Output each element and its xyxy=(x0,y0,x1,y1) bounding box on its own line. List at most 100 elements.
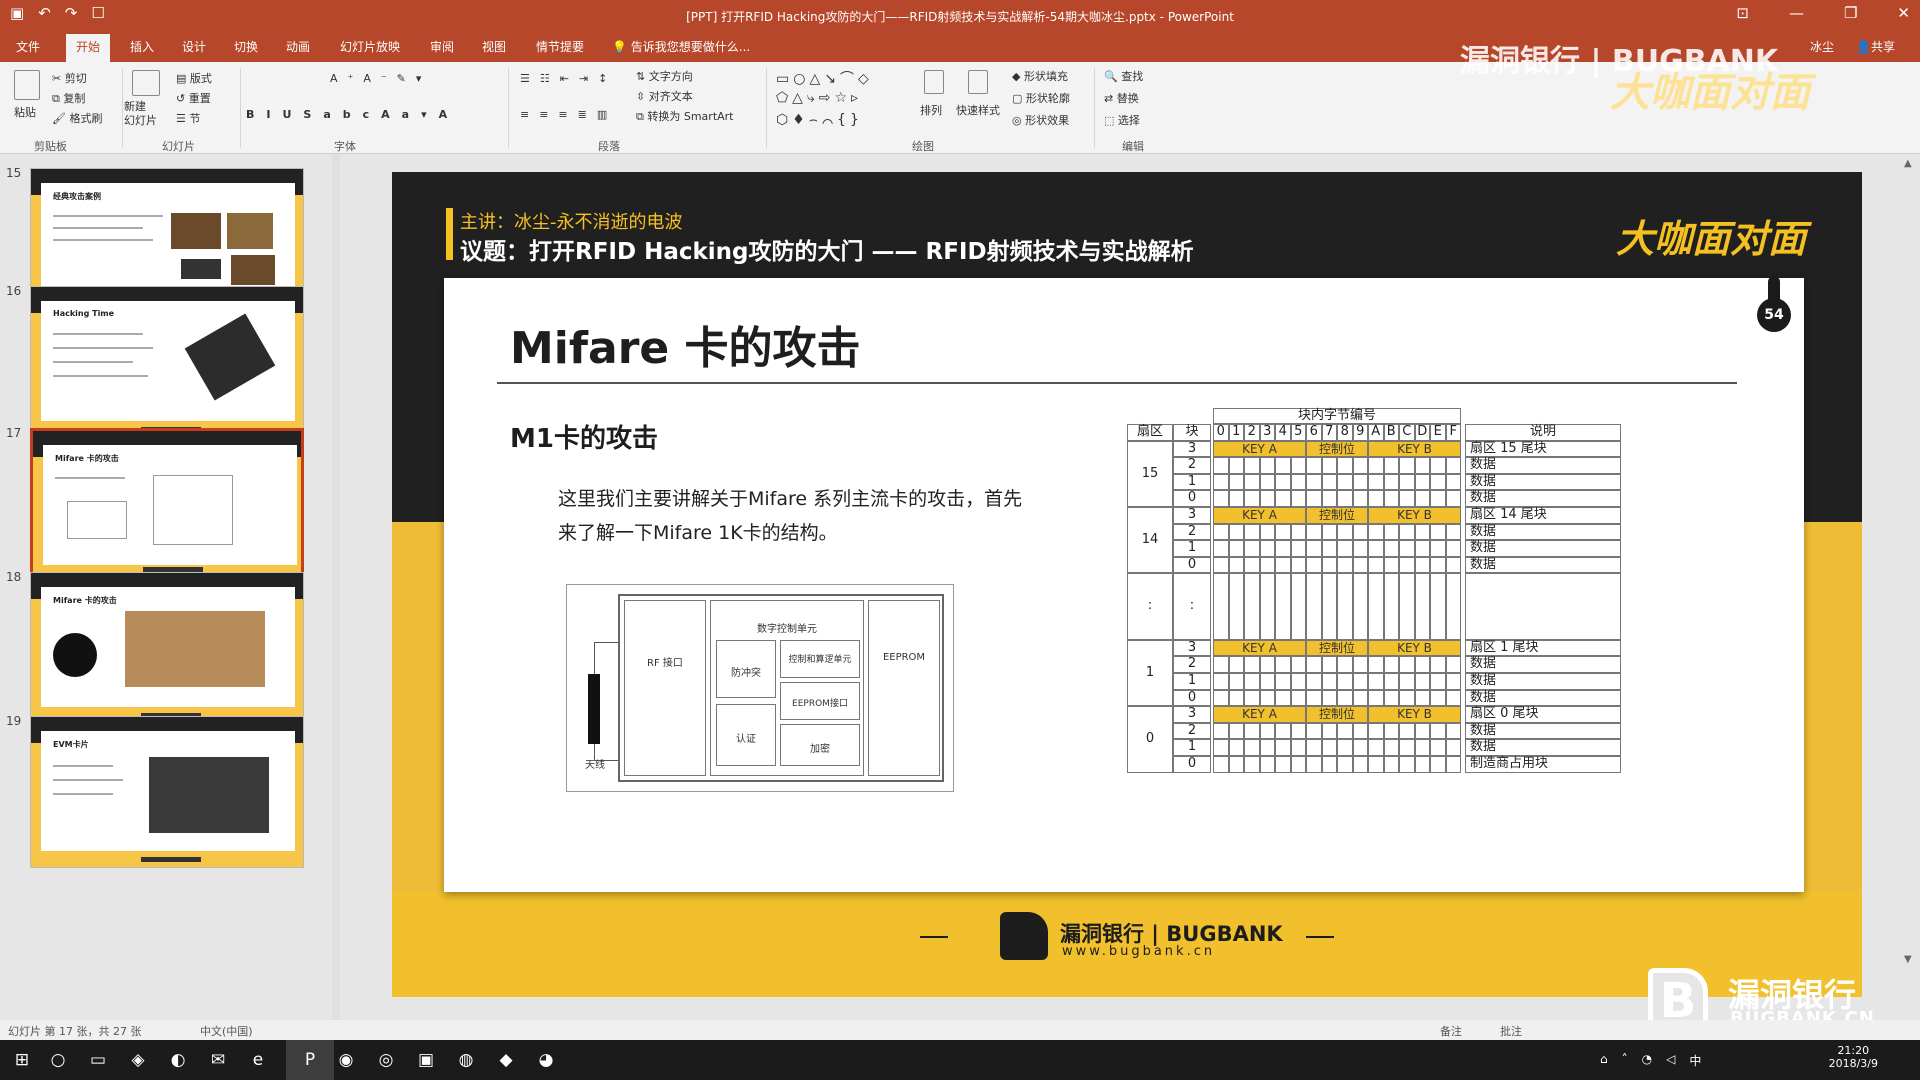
table-byte-cell xyxy=(1290,573,1306,640)
edge-icon[interactable]: e xyxy=(246,1048,270,1072)
table-byte-cell xyxy=(1244,523,1260,541)
table-byte-cell xyxy=(1213,473,1229,491)
table-byte-cell xyxy=(1306,523,1322,541)
format-painter-button[interactable]: 🖌 格式刷 xyxy=(52,110,102,126)
paste-button[interactable]: 粘贴 xyxy=(14,104,36,120)
browser-icon[interactable]: ◐ xyxy=(166,1048,190,1072)
replace-button[interactable]: ⇄ 替换 xyxy=(1104,90,1139,106)
arrange-icon[interactable] xyxy=(924,70,944,94)
task-view-icon[interactable]: ▭ xyxy=(86,1048,110,1072)
app-icon[interactable]: ◍ xyxy=(454,1048,478,1072)
scroll-down-icon[interactable]: ▼ xyxy=(1904,954,1912,965)
slide-title[interactable]: Mifare 卡的攻击 xyxy=(510,312,861,376)
app-icon[interactable]: ◆ xyxy=(494,1048,518,1072)
find-button[interactable]: 🔍 查找 xyxy=(1104,68,1143,84)
app-icon[interactable]: ◈ xyxy=(126,1048,150,1072)
up-arrow-icon[interactable]: ˄ xyxy=(1622,1052,1628,1069)
tab-slideshow[interactable]: 幻灯片放映 xyxy=(340,38,400,55)
share-button[interactable]: 👤共享 xyxy=(1856,38,1895,55)
tell-me-search[interactable]: 💡 告诉我您想要做什么... xyxy=(612,38,750,55)
minimize-icon[interactable]: — xyxy=(1789,4,1804,22)
scroll-up-icon[interactable]: ▲ xyxy=(1904,158,1912,169)
quick-styles-icon[interactable] xyxy=(968,70,988,94)
app-icon[interactable]: ▣ xyxy=(414,1048,438,1072)
powerpoint-taskbar-icon[interactable]: P xyxy=(286,1040,334,1080)
tab-home[interactable]: 开始 xyxy=(66,34,111,62)
cut-button[interactable]: ✂ 剪切 xyxy=(52,70,87,86)
tab-review[interactable]: 审阅 xyxy=(430,38,454,55)
copy-button[interactable]: ⧉ 复制 xyxy=(52,90,85,106)
smartart-button[interactable]: ⧉ 转换为 SmartArt xyxy=(636,108,734,124)
paste-icon[interactable] xyxy=(14,70,40,100)
tab-transitions[interactable]: 切换 xyxy=(234,38,258,55)
ime-indicator[interactable]: 中 xyxy=(1689,1052,1701,1069)
shapes-gallery[interactable]: ▭○△↘⌒◇ xyxy=(776,68,873,88)
tab-file[interactable]: 文件 xyxy=(16,38,40,55)
app-icon[interactable]: ◕ xyxy=(534,1048,558,1072)
tab-design[interactable]: 设计 xyxy=(182,38,206,55)
slide-thumbnail[interactable]: Mifare 卡的攻击 xyxy=(30,572,304,724)
volume-icon[interactable]: ◁ xyxy=(1666,1052,1675,1069)
select-button[interactable]: ⬚ 选择 xyxy=(1104,112,1140,128)
paragraph-controls[interactable]: ☰☷⇤⇥↕ xyxy=(520,72,617,85)
shape-outline-button[interactable]: ▢ 形状轮廓 xyxy=(1012,90,1070,106)
table-byte-cell xyxy=(1399,656,1415,673)
table-block-cell: : xyxy=(1173,573,1211,640)
font-controls[interactable]: A⁺A⁻✎▾ xyxy=(330,72,431,85)
new-slide-button[interactable]: 新建 幻灯片 xyxy=(124,100,157,128)
table-byte-cell xyxy=(1259,523,1275,541)
anticollision-label: 防冲突 xyxy=(731,668,761,679)
table-byte-cell xyxy=(1383,457,1399,474)
table-desc-cell: 数据 xyxy=(1465,457,1621,474)
chrome-icon[interactable]: ◎ xyxy=(374,1048,398,1072)
shape-effects-button[interactable]: ◎ 形状效果 xyxy=(1012,112,1069,128)
slide-paragraph[interactable]: 来了解一下Mifare 1K卡的结构。 xyxy=(558,518,838,545)
close-icon[interactable]: ✕ xyxy=(1897,4,1910,22)
table-key-a: KEY A xyxy=(1213,507,1306,524)
slide-paragraph[interactable]: 这里我们主要讲解关于Mifare 系列主流卡的攻击，首先 xyxy=(558,484,1022,511)
shape-fill-button[interactable]: ◆ 形状填充 xyxy=(1012,68,1068,84)
firefox-icon[interactable]: ◉ xyxy=(334,1048,358,1072)
panel-scrollbar[interactable] xyxy=(332,154,340,1020)
align-text-button[interactable]: ⇳ 对齐文本 xyxy=(636,88,693,104)
tab-view[interactable]: 视图 xyxy=(482,38,506,55)
windows-start-icon[interactable]: ⊞ xyxy=(10,1048,34,1072)
ribbon-display-icon[interactable]: ⊡ xyxy=(1736,4,1749,22)
clock[interactable]: 21:20 2018/3/9 xyxy=(1829,1044,1878,1070)
slide-thumbnail[interactable]: Hacking Time xyxy=(30,286,304,438)
vertical-scrollbar[interactable]: ▲ ▼ xyxy=(1898,154,1920,1020)
font-style-buttons[interactable]: BIUSabcAa▾A xyxy=(246,108,459,121)
language-indicator[interactable]: 中文(中国) xyxy=(200,1023,253,1039)
align-buttons[interactable]: ≡≡≡≣▥ xyxy=(520,108,617,121)
comments-button[interactable]: 批注 xyxy=(1500,1023,1522,1039)
slide-canvas[interactable]: 主讲：冰尘-永不消逝的电波 议题：打开RFID Hacking攻防的大门 —— … xyxy=(392,172,1862,997)
new-slide-icon[interactable] xyxy=(132,70,160,96)
table-byte-cell xyxy=(1228,473,1244,491)
layout-button[interactable]: ▤ 版式 xyxy=(176,70,212,86)
text-direction-button[interactable]: ⇅ 文字方向 xyxy=(636,68,693,84)
shapes-gallery-row3[interactable]: ⬡♦⌢⌒{} xyxy=(776,112,863,128)
section-button[interactable]: ☰ 节 xyxy=(176,110,200,126)
slide-subtitle[interactable]: M1卡的攻击 xyxy=(510,418,658,455)
network-icon[interactable]: ⌂ xyxy=(1600,1052,1608,1069)
quick-styles-button[interactable]: 快速样式 xyxy=(956,102,1000,118)
window-controls: ⊡ — ❐ ✕ xyxy=(1736,4,1910,22)
mail-icon[interactable]: ✉ xyxy=(206,1048,230,1072)
mifare-block-diagram[interactable]: RF 接口 数字控制单元 防冲突 控制和算逻单元 EEPROM接口 认证 加密 … xyxy=(566,584,1042,838)
shapes-gallery-row2[interactable]: ⬠△⤷⇨☆▹ xyxy=(776,90,862,106)
thumb-title: Mifare 卡的攻击 xyxy=(55,454,119,463)
tab-storyboarding[interactable]: 情节提要 xyxy=(536,38,584,55)
wifi-icon[interactable]: ◔ xyxy=(1642,1052,1652,1069)
table-byte-cell xyxy=(1290,756,1306,773)
maximize-icon[interactable]: ❐ xyxy=(1844,4,1857,22)
search-icon[interactable]: ○ xyxy=(46,1048,70,1072)
tab-animations[interactable]: 动画 xyxy=(286,38,310,55)
reset-button[interactable]: ↺ 重置 xyxy=(176,90,211,106)
slide-thumbnail[interactable]: EVM卡片 xyxy=(30,716,304,868)
slide-thumbnail-selected[interactable]: Mifare 卡的攻击 xyxy=(30,428,304,580)
tab-insert[interactable]: 插入 xyxy=(130,38,154,55)
arrange-button[interactable]: 排列 xyxy=(920,102,942,118)
group-editing: 编辑 xyxy=(1122,140,1144,153)
notes-button[interactable]: 备注 xyxy=(1440,1023,1462,1039)
table-key-b: KEY B xyxy=(1368,440,1461,458)
